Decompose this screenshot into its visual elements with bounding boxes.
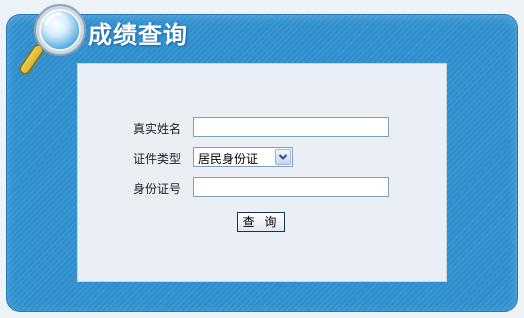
name-input[interactable] [193, 117, 389, 137]
name-label: 真实姓名 [132, 122, 181, 136]
chevron-down-icon [278, 154, 288, 160]
id-type-label: 证件类型 [132, 152, 181, 166]
id-number-input[interactable] [193, 177, 389, 197]
id-type-select[interactable]: 居民身份证 [193, 147, 293, 167]
id-number-label: 身份证号 [132, 182, 181, 196]
form-panel [77, 63, 447, 282]
id-type-selected: 居民身份证 [198, 152, 259, 166]
query-button[interactable]: 查 询 [237, 212, 285, 232]
dropdown-arrow-button[interactable] [275, 149, 291, 165]
page-title: 成绩查询 [88, 21, 188, 49]
